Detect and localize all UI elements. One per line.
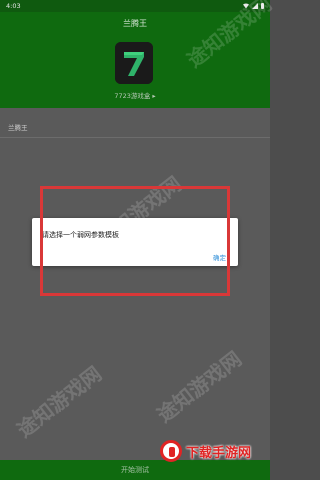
site-logo: 下载手游网 bbox=[160, 440, 251, 462]
section-divider bbox=[0, 137, 270, 138]
wifi-icon bbox=[243, 3, 249, 9]
battery-icon bbox=[261, 3, 264, 9]
status-time: 4:03 bbox=[6, 2, 21, 10]
bottom-bar: 开始测试 bbox=[0, 460, 270, 480]
signal-icon bbox=[252, 3, 258, 9]
app-title: 兰腾王 bbox=[123, 19, 147, 28]
status-bar: 4:03 bbox=[0, 0, 270, 12]
annotation-highlight-frame bbox=[40, 186, 230, 296]
site-logo-text: 下载手游网 bbox=[186, 445, 252, 461]
app-header: 兰腾王 7723游戏盒 ▸ bbox=[0, 12, 270, 108]
seven-logo-icon bbox=[115, 42, 153, 84]
start-test-button[interactable]: 开始测试 bbox=[121, 465, 149, 475]
status-icons bbox=[243, 3, 264, 9]
site-logo-icon bbox=[160, 440, 182, 462]
app-subtitle-link[interactable]: 7723游戏盒 ▸ bbox=[0, 90, 270, 100]
section-label: 兰腾王 bbox=[8, 124, 28, 132]
